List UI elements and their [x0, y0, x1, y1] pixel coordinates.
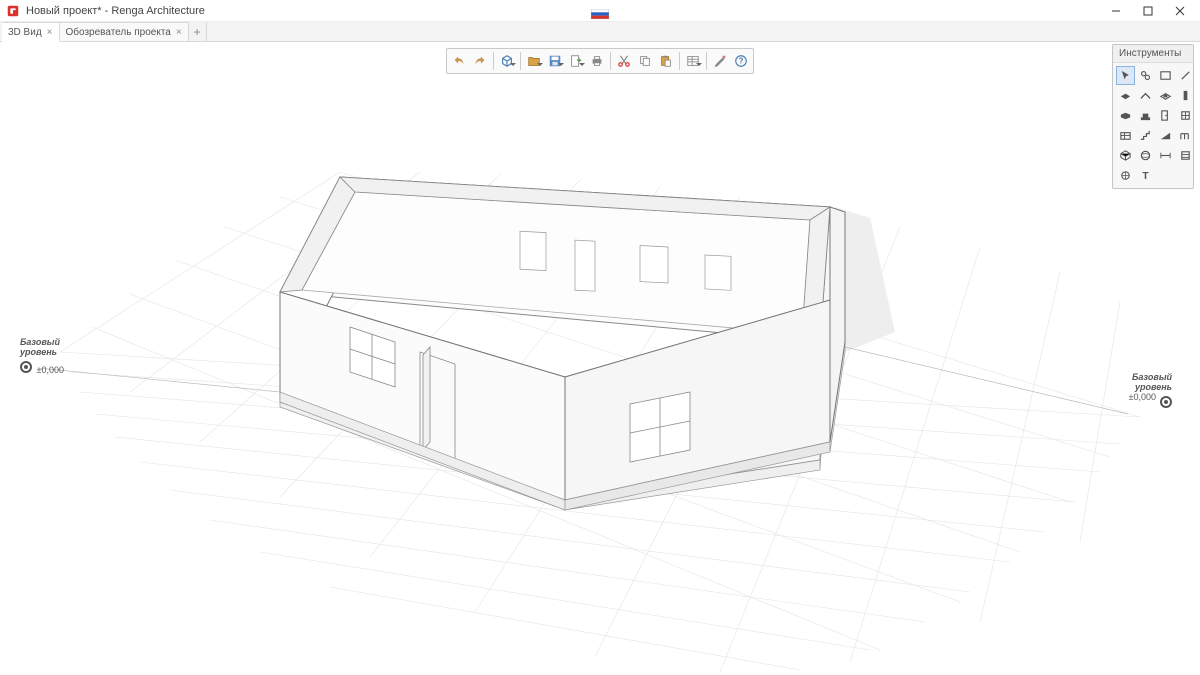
- tool-model[interactable]: [1136, 146, 1155, 165]
- close-button[interactable]: [1164, 0, 1196, 22]
- settings-button[interactable]: [710, 51, 730, 71]
- tab-label: Обозреватель проекта: [66, 27, 171, 38]
- tool-section[interactable]: [1116, 166, 1135, 185]
- svg-text:T: T: [1142, 171, 1149, 182]
- tab-3d-view[interactable]: 3D Вид ×: [2, 22, 60, 42]
- tool-slab[interactable]: [1116, 86, 1135, 105]
- maximize-button[interactable]: [1132, 0, 1164, 22]
- viewport-3d[interactable]: [0, 42, 1200, 675]
- tool-panel-title: Инструменты: [1113, 45, 1193, 63]
- close-icon[interactable]: ×: [176, 27, 182, 38]
- tool-line[interactable]: [1176, 66, 1195, 85]
- close-icon[interactable]: ×: [47, 27, 53, 38]
- tool-wall[interactable]: [1156, 66, 1175, 85]
- svg-text:?: ?: [739, 57, 744, 66]
- workspace: ? Инструменты T: [0, 42, 1200, 675]
- help-button[interactable]: ?: [731, 51, 751, 71]
- print-button[interactable]: [587, 51, 607, 71]
- add-tab-button[interactable]: +: [189, 22, 207, 41]
- tool-roof[interactable]: [1136, 86, 1155, 105]
- view-mode-button[interactable]: [497, 51, 517, 71]
- tool-opening[interactable]: [1156, 86, 1175, 105]
- app-icon: [6, 4, 20, 18]
- tool-column[interactable]: [1176, 86, 1195, 105]
- main-toolbar: ?: [446, 48, 754, 74]
- tool-stair[interactable]: [1136, 126, 1155, 145]
- tab-bar: 3D Вид × Обозреватель проекта × +: [0, 22, 1200, 42]
- tool-panel: Инструменты T: [1112, 44, 1194, 189]
- tab-label: 3D Вид: [8, 27, 42, 38]
- window-title: Новый проект* - Renga Architecture: [26, 5, 205, 17]
- tab-project-browser[interactable]: Обозреватель проекта ×: [60, 22, 189, 41]
- open-button[interactable]: [524, 51, 544, 71]
- tool-group[interactable]: [1116, 146, 1135, 165]
- redo-button[interactable]: [470, 51, 490, 71]
- export-button[interactable]: [566, 51, 586, 71]
- paste-button[interactable]: [656, 51, 676, 71]
- tool-link[interactable]: [1136, 66, 1155, 85]
- language-flag-icon[interactable]: [591, 6, 609, 16]
- tool-room[interactable]: [1116, 126, 1135, 145]
- tool-ramp[interactable]: [1156, 126, 1175, 145]
- cut-button[interactable]: [614, 51, 634, 71]
- tool-beam[interactable]: [1116, 106, 1135, 125]
- level-dot-icon: [20, 361, 32, 373]
- copy-button[interactable]: [635, 51, 655, 71]
- tool-select[interactable]: [1116, 66, 1135, 85]
- tool-text[interactable]: T: [1136, 166, 1155, 185]
- level-dot-icon: [1160, 396, 1172, 408]
- tool-railing[interactable]: [1176, 126, 1195, 145]
- level-marker-right[interactable]: Базовый уровень ±0,000: [1129, 372, 1172, 408]
- save-button[interactable]: [545, 51, 565, 71]
- properties-button[interactable]: [683, 51, 703, 71]
- tool-door[interactable]: [1156, 106, 1175, 125]
- minimize-button[interactable]: [1100, 0, 1132, 22]
- undo-button[interactable]: [449, 51, 469, 71]
- title-bar: Новый проект* - Renga Architecture: [0, 0, 1200, 22]
- tool-dimension[interactable]: [1156, 146, 1175, 165]
- tool-level[interactable]: [1176, 146, 1195, 165]
- tool-foundation[interactable]: [1136, 106, 1155, 125]
- tool-window[interactable]: [1176, 106, 1195, 125]
- level-marker-left[interactable]: Базовый уровень ±0,000: [20, 337, 64, 375]
